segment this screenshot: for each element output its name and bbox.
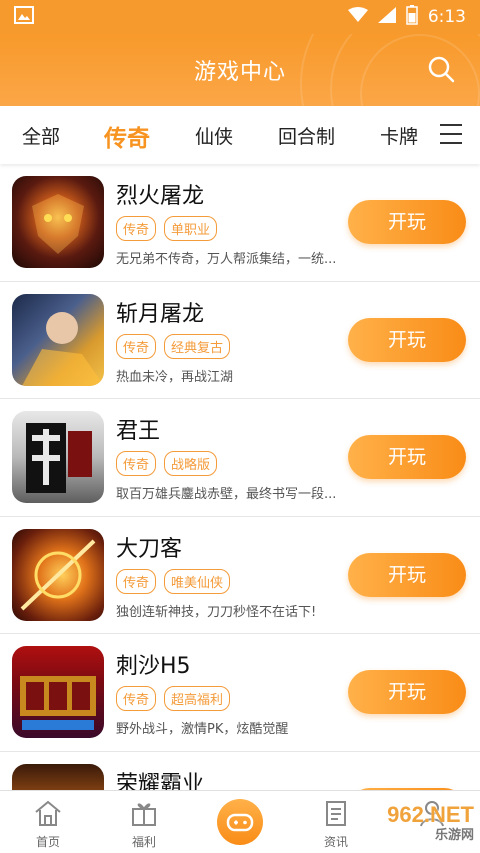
page-title: 游戏中心 xyxy=(193,60,286,85)
game-tag: 传奇 xyxy=(116,686,157,711)
game-description: 野外战斗，激情PK，炫酷觉醒 xyxy=(116,722,289,737)
nav-welfare-label: 福利 xyxy=(131,835,156,849)
gamepad-icon xyxy=(226,813,254,832)
game-description: 无兄弟不传奇，万人帮派集结，一统... xyxy=(116,252,337,267)
menu-icon[interactable] xyxy=(440,124,466,146)
play-button[interactable]: 开玩 xyxy=(348,200,466,244)
search-icon[interactable] xyxy=(426,54,456,84)
tab-legend[interactable]: 传奇 xyxy=(104,119,150,153)
news-icon xyxy=(326,801,346,826)
nav-welfare[interactable]: 福利 xyxy=(114,799,174,850)
signal-icon xyxy=(377,6,396,28)
tab-all[interactable]: 全部 xyxy=(22,122,60,149)
game-tag: 唯美仙侠 xyxy=(164,568,231,594)
play-button[interactable]: 开玩 xyxy=(348,552,466,597)
game-name: 刺沙H5 xyxy=(116,654,191,679)
battery-icon xyxy=(406,4,418,30)
nav-games-button[interactable] xyxy=(217,799,263,845)
list-item: 君王 传奇 战略版 取百万雄兵鏖战赤壁，最终书写一段... 开玩 xyxy=(0,399,480,517)
nav-home-label: 首页 xyxy=(35,835,60,849)
game-description: 取百万雄兵鏖战赤壁，最终书写一段... xyxy=(116,487,337,502)
game-tag: 超高福利 xyxy=(164,686,231,711)
tab-card[interactable]: 卡牌 xyxy=(380,122,418,149)
list-item: 烈火屠龙 传奇 单职业 无兄弟不传奇，万人帮派集结，一统... 开玩 xyxy=(0,164,480,282)
game-icon-warrior[interactable] xyxy=(12,293,104,386)
game-icon-emperor[interactable] xyxy=(12,411,104,503)
nav-news-label: 资讯 xyxy=(323,835,348,849)
game-name: 大刀客 xyxy=(116,536,183,562)
list-item: 荣耀霸业 开玩 xyxy=(0,751,480,791)
category-tabs: 全部 传奇 仙侠 回合制 卡牌 xyxy=(0,106,480,164)
play-button[interactable]: 开玩 xyxy=(348,670,466,714)
play-button[interactable]: 开玩 xyxy=(348,435,466,479)
game-tag: 传奇 xyxy=(116,333,157,359)
list-item: 大刀客 传奇 唯美仙侠 独创连斩神技，刀刀秒怪不在话下! 开玩 xyxy=(0,516,480,634)
game-name: 荣耀霸业 xyxy=(116,771,205,791)
game-icon-glory[interactable] xyxy=(12,763,104,790)
game-name: 斩月屠龙 xyxy=(116,301,205,327)
game-description: 独创连斩神技，刀刀秒怪不在话下! xyxy=(116,604,317,620)
clock-text: 6:13 xyxy=(427,7,466,27)
game-name: 烈火屠龙 xyxy=(116,184,205,209)
gift-icon xyxy=(132,803,156,826)
game-icon-swordsman[interactable] xyxy=(12,528,104,621)
watermark-logo: 962.NET 乐游网 xyxy=(387,802,474,843)
game-icon-cisha[interactable] xyxy=(12,646,104,738)
tab-turn-based[interactable]: 回合制 xyxy=(278,122,335,149)
game-name: 君王 xyxy=(116,419,161,444)
tab-xianxia[interactable]: 仙侠 xyxy=(195,122,233,149)
gallery-notification-icon xyxy=(14,6,348,28)
game-list: 烈火屠龙 传奇 单职业 无兄弟不传奇，万人帮派集结，一统... 开玩 斩月屠龙 … xyxy=(0,164,480,790)
status-bar: 6:13 xyxy=(0,0,480,34)
game-tag: 传奇 xyxy=(116,568,157,594)
game-tag: 单职业 xyxy=(164,216,218,241)
nav-news[interactable]: 资讯 xyxy=(306,799,366,850)
game-tag: 战略版 xyxy=(164,451,218,476)
list-item: 刺沙H5 传奇 超高福利 野外战斗，激情PK，炫酷觉醒 开玩 xyxy=(0,634,480,752)
app-header: 游戏中心 xyxy=(0,34,480,106)
game-tag: 经典复古 xyxy=(164,333,231,359)
list-item: 斩月屠龙 传奇 经典复古 热血未冷，再战江湖 开玩 xyxy=(0,281,480,399)
play-button[interactable]: 开玩 xyxy=(348,317,466,362)
game-description: 热血未冷，再战江湖 xyxy=(116,369,234,385)
nav-home[interactable]: 首页 xyxy=(18,799,78,850)
game-tag: 传奇 xyxy=(116,451,157,476)
home-icon xyxy=(35,800,61,826)
game-tag: 传奇 xyxy=(116,216,157,241)
wifi-icon xyxy=(347,6,368,28)
game-icon-dragon[interactable] xyxy=(12,176,104,268)
